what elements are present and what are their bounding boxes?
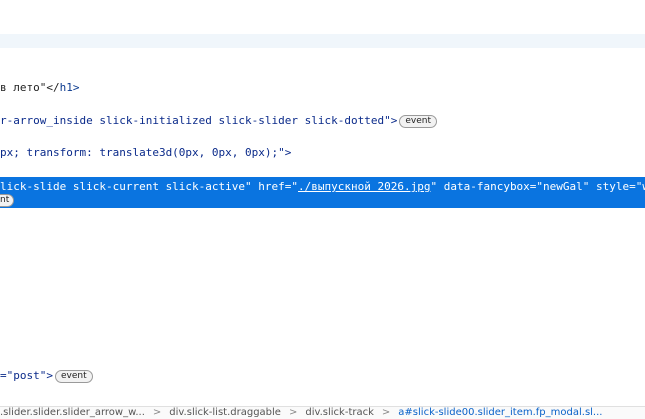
dom-node-slider-div[interactable]: r-arrow_inside slick-initialized slick-s…	[0, 113, 645, 129]
breadcrumb: .slider.slider.slider_arrow_w... > div.sli…	[0, 406, 645, 419]
dom-node-form[interactable]: ="post"> event	[0, 368, 645, 384]
breadcrumb-separator: >	[381, 407, 391, 418]
h1-close-bracket: >	[72, 81, 80, 94]
href-link[interactable]: ./выпускной 2026.jpg	[298, 180, 430, 193]
breadcrumb-separator: >	[152, 407, 162, 418]
event-badge-selected[interactable]: nt	[0, 194, 15, 207]
event-badge-form[interactable]: event	[54, 369, 93, 383]
style-attribute-value: px; transform: translate3d(0px, 0px, 0px…	[0, 146, 292, 159]
breadcrumb-item-slide-link[interactable]: a#slick-slide00.slider_item.fp_modal.sl.…	[398, 407, 602, 419]
selected-remaining-attributes: " data-fancybox="newGal" style="width: 4…	[430, 180, 645, 193]
breadcrumb-separator: >	[288, 407, 298, 418]
breadcrumb-item-slick-track[interactable]: div.slick-track	[305, 407, 374, 419]
class-attribute-value: r-arrow_inside slick-initialized slick-s…	[0, 114, 398, 127]
method-attribute-value: ="post">	[0, 369, 53, 382]
dom-node-slick-track[interactable]: px; transform: translate3d(0px, 0px, 0px…	[0, 145, 645, 161]
selected-class-attribute: lick-slide slick-current slick-active" h…	[0, 180, 299, 193]
search-bar-background	[0, 34, 645, 48]
h1-close-tag: h1	[59, 81, 73, 94]
breadcrumb-item-slick-list[interactable]: div.slick-list.draggable	[169, 407, 281, 419]
breadcrumb-item-slider[interactable]: .slider.slider.slider_arrow_w...	[0, 407, 145, 419]
h1-text-content: в лето"</	[0, 81, 60, 94]
dom-node-h1-text[interactable]: в лето"</h1>	[0, 80, 645, 96]
event-badge[interactable]: event	[399, 114, 437, 128]
selected-dom-node-slide-link[interactable]: lick-slide slick-current slick-active" h…	[0, 177, 645, 208]
